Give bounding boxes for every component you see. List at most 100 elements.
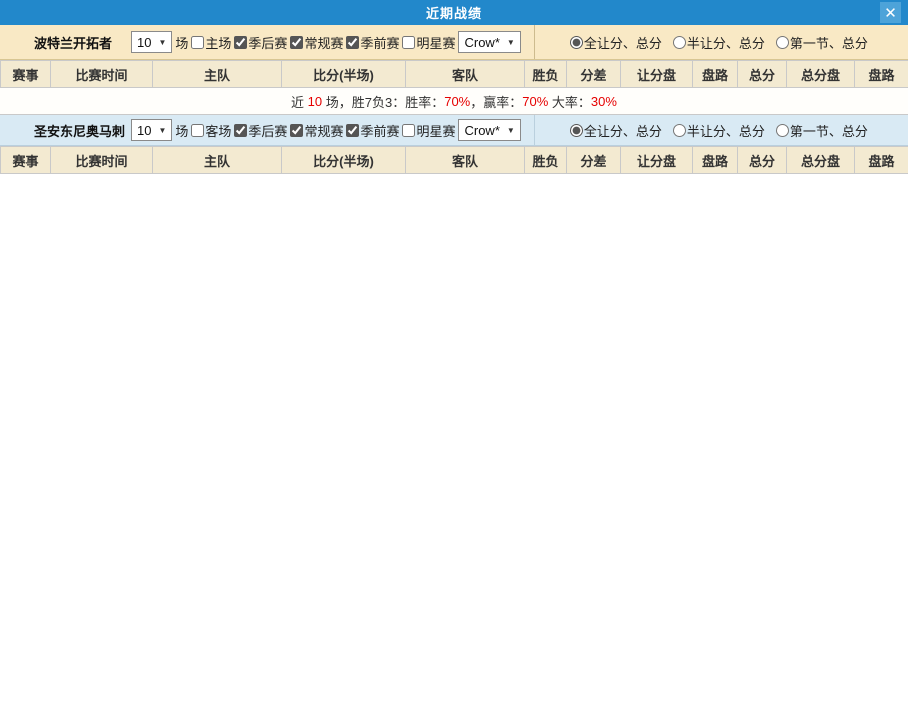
column-header: 总分盘 bbox=[787, 147, 855, 174]
checkbox-input[interactable] bbox=[290, 36, 303, 49]
radio-label: 全让分、总分 bbox=[584, 121, 662, 140]
checkbox-label: 季前赛 bbox=[360, 121, 399, 140]
radio-input[interactable] bbox=[570, 124, 583, 137]
checkbox-input[interactable] bbox=[191, 36, 204, 49]
team-name: 圣安东尼奥马刺 bbox=[34, 121, 128, 140]
summary-text: 近 bbox=[291, 92, 308, 111]
company-value: Crow* bbox=[464, 123, 499, 138]
chevron-down-icon: ▼ bbox=[507, 38, 515, 47]
column-header: 让分盘 bbox=[621, 147, 693, 174]
checkbox-input[interactable] bbox=[346, 36, 359, 49]
column-header: 盘路 bbox=[855, 147, 908, 174]
team-section: 圣安东尼奥马刺 10 ▼ 场 客场季后赛常规赛季前赛明星赛 Crow* ▼ 全让… bbox=[0, 115, 908, 174]
filter-checkbox-季后赛[interactable]: 季后赛 bbox=[231, 33, 287, 52]
filter-radios: 全让分、总分 半让分、总分 第一节、总分 bbox=[535, 33, 908, 52]
radio-input[interactable] bbox=[776, 36, 789, 49]
filter-radio-第一节、总分[interactable]: 第一节、总分 bbox=[773, 33, 868, 52]
filter-checkbox-明星赛[interactable]: 明星赛 bbox=[399, 33, 455, 52]
games-count-value: 10 bbox=[137, 35, 151, 50]
table-header-row: 赛事比赛时间主队比分(半场)客队胜负分差让分盘盘路总分总分盘盘路 bbox=[1, 147, 908, 174]
company-select[interactable]: Crow* ▼ bbox=[458, 31, 520, 53]
summary-stat-value: 10 bbox=[308, 94, 322, 109]
close-icon: ✕ bbox=[884, 4, 897, 22]
radio-input[interactable] bbox=[776, 124, 789, 137]
column-header: 赛事 bbox=[1, 61, 51, 88]
radio-label: 全让分、总分 bbox=[584, 33, 662, 52]
column-header: 盘路 bbox=[855, 61, 908, 88]
checkbox-label: 常规赛 bbox=[304, 121, 343, 140]
checkbox-input[interactable] bbox=[346, 124, 359, 137]
column-header: 客队 bbox=[406, 147, 525, 174]
column-header: 胜负 bbox=[525, 61, 567, 88]
checkbox-label: 季前赛 bbox=[360, 33, 399, 52]
filter-checkbox-常规赛[interactable]: 常规赛 bbox=[287, 33, 343, 52]
radio-label: 第一节、总分 bbox=[790, 33, 868, 52]
column-header: 赛事 bbox=[1, 147, 51, 174]
summary-stat-value: 70% bbox=[444, 94, 470, 109]
filter-radio-第一节、总分[interactable]: 第一节、总分 bbox=[773, 121, 868, 140]
radio-label: 半让分、总分 bbox=[687, 121, 765, 140]
checkbox-label: 常规赛 bbox=[304, 33, 343, 52]
results-table: 赛事比赛时间主队比分(半场)客队胜负分差让分盘盘路总分总分盘盘路 bbox=[0, 146, 908, 174]
column-header: 盘路 bbox=[693, 61, 738, 88]
summary-text: 大率： bbox=[548, 92, 591, 111]
team-section: 波特兰开拓者 10 ▼ 场 主场季后赛常规赛季前赛明星赛 Crow* ▼ 全让分… bbox=[0, 25, 908, 115]
company-select[interactable]: Crow* ▼ bbox=[458, 119, 520, 141]
column-header: 比赛时间 bbox=[51, 61, 153, 88]
recent-results-popup: 近期战绩 ✕ 波特兰开拓者 10 ▼ 场 主场季后赛常规赛季前赛明星赛 Crow… bbox=[0, 0, 908, 174]
column-header: 总分 bbox=[738, 147, 787, 174]
checkbox-input[interactable] bbox=[234, 124, 247, 137]
filter-checkbox-季后赛[interactable]: 季后赛 bbox=[231, 121, 287, 140]
column-header: 总分盘 bbox=[787, 61, 855, 88]
column-header: 主队 bbox=[153, 61, 282, 88]
filter-radio-全让分、总分[interactable]: 全让分、总分 bbox=[567, 33, 662, 52]
column-header: 盘路 bbox=[693, 147, 738, 174]
checkbox-input[interactable] bbox=[402, 124, 415, 137]
column-header: 比分(半场) bbox=[282, 61, 406, 88]
filter-checkbox-常规赛[interactable]: 常规赛 bbox=[287, 121, 343, 140]
column-header: 分差 bbox=[567, 147, 621, 174]
sections-container: 波特兰开拓者 10 ▼ 场 主场季后赛常规赛季前赛明星赛 Crow* ▼ 全让分… bbox=[0, 25, 908, 174]
popup-titlebar: 近期战绩 ✕ bbox=[0, 0, 908, 25]
filter-radio-半让分、总分[interactable]: 半让分、总分 bbox=[670, 121, 765, 140]
close-button[interactable]: ✕ bbox=[880, 2, 901, 23]
column-header: 分差 bbox=[567, 61, 621, 88]
games-count-value: 10 bbox=[137, 123, 151, 138]
team-name: 波特兰开拓者 bbox=[34, 33, 128, 52]
filter-radio-半让分、总分[interactable]: 半让分、总分 bbox=[670, 33, 765, 52]
radio-input[interactable] bbox=[673, 124, 686, 137]
radio-label: 第一节、总分 bbox=[790, 121, 868, 140]
checkbox-input[interactable] bbox=[234, 36, 247, 49]
games-count-select[interactable]: 10 ▼ bbox=[131, 119, 172, 141]
checkbox-label: 季后赛 bbox=[248, 33, 287, 52]
chevron-down-icon: ▼ bbox=[158, 126, 166, 135]
filter-checkbox-客场[interactable]: 客场 bbox=[188, 121, 231, 140]
games-count-select[interactable]: 10 ▼ bbox=[131, 31, 172, 53]
checkbox-input[interactable] bbox=[290, 124, 303, 137]
filter-bar: 圣安东尼奥马刺 10 ▼ 场 客场季后赛常规赛季前赛明星赛 Crow* ▼ 全让… bbox=[0, 115, 908, 146]
radio-input[interactable] bbox=[570, 36, 583, 49]
table-header-row: 赛事比赛时间主队比分(半场)客队胜负分差让分盘盘路总分总分盘盘路 bbox=[1, 61, 908, 88]
column-header: 总分 bbox=[738, 61, 787, 88]
checkbox-label: 季后赛 bbox=[248, 121, 287, 140]
radio-label: 半让分、总分 bbox=[687, 33, 765, 52]
filter-checkbox-季前赛[interactable]: 季前赛 bbox=[343, 121, 399, 140]
radio-input[interactable] bbox=[673, 36, 686, 49]
filter-checkbox-季前赛[interactable]: 季前赛 bbox=[343, 33, 399, 52]
checkbox-label: 明星赛 bbox=[416, 121, 455, 140]
filter-radio-全让分、总分[interactable]: 全让分、总分 bbox=[567, 121, 662, 140]
filter-bar: 波特兰开拓者 10 ▼ 场 主场季后赛常规赛季前赛明星赛 Crow* ▼ 全让分… bbox=[0, 25, 908, 60]
column-header: 主队 bbox=[153, 147, 282, 174]
checkbox-label: 明星赛 bbox=[416, 33, 455, 52]
checkbox-input[interactable] bbox=[402, 36, 415, 49]
popup-title: 近期战绩 bbox=[426, 3, 482, 22]
filter-checkbox-明星赛[interactable]: 明星赛 bbox=[399, 121, 455, 140]
games-suffix-label: 场 bbox=[175, 121, 188, 140]
summary-text: 场，胜7负3：胜率： bbox=[322, 92, 444, 111]
checkbox-input[interactable] bbox=[191, 124, 204, 137]
filter-checkbox-主场[interactable]: 主场 bbox=[188, 33, 231, 52]
filter-radios: 全让分、总分 半让分、总分 第一节、总分 bbox=[535, 121, 908, 140]
column-header: 客队 bbox=[406, 61, 525, 88]
summary-stat-value: 30% bbox=[591, 94, 617, 109]
summary-text: ，赢率： bbox=[470, 92, 522, 111]
